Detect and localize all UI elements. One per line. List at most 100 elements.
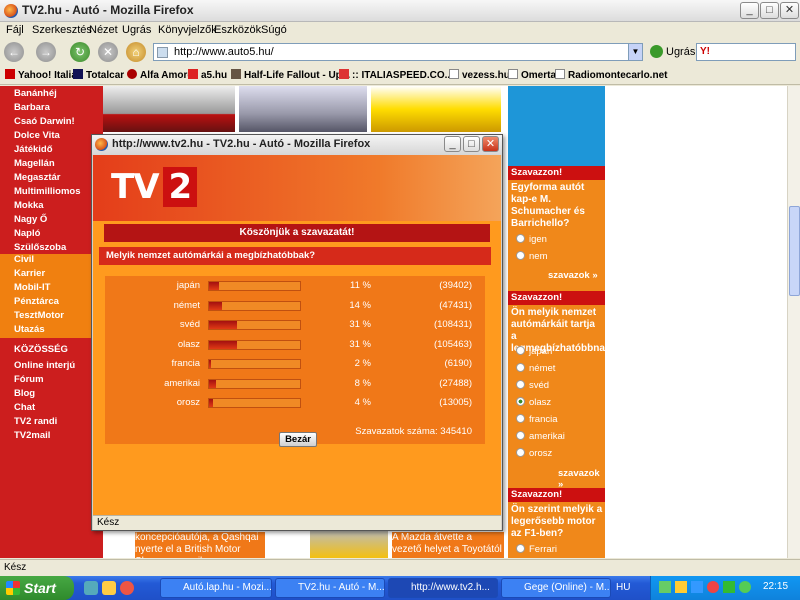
vote-link[interactable]: szavazok » — [548, 270, 598, 281]
reload-icon[interactable]: ↻ — [70, 42, 90, 62]
menu-file[interactable]: Fájl — [6, 24, 24, 36]
forward-icon[interactable]: → — [36, 42, 56, 62]
menu-bookmarks[interactable]: Könyvjelzők — [158, 24, 217, 36]
car-image-red[interactable] — [103, 86, 235, 132]
radio-icon[interactable] — [516, 251, 525, 260]
radio-icon[interactable] — [516, 234, 525, 243]
bookmark-half-life[interactable]: Half-Life Fallout - Up... — [231, 69, 350, 81]
nav-link[interactable]: Fórum — [14, 374, 44, 385]
minimize-button[interactable]: _ — [740, 2, 759, 19]
tray-icon[interactable] — [707, 581, 719, 593]
language-indicator[interactable]: HU — [616, 582, 630, 593]
bookmark-a5[interactable]: a5.hu — [188, 69, 227, 81]
poll-option[interactable]: német — [516, 363, 555, 374]
radio-icon[interactable] — [516, 363, 525, 372]
nav-link[interactable]: Mokka — [14, 200, 44, 211]
nav-link-civil[interactable]: Civil — [0, 254, 103, 268]
bookmark-italiaspeed[interactable]: :: ITALIASPEED.CO... — [339, 69, 453, 81]
stop-icon[interactable]: ✕ — [98, 42, 118, 62]
news-thumbnail[interactable] — [310, 530, 388, 558]
taskbar-item[interactable]: Gege (Online) - M... — [501, 578, 611, 598]
nav-link[interactable]: Blog — [14, 388, 35, 399]
popup-minimize-button[interactable]: _ — [444, 136, 461, 152]
nav-link[interactable]: Multimilliomos — [14, 186, 81, 197]
go-icon[interactable] — [650, 45, 663, 58]
nav-link[interactable]: Chat — [14, 402, 35, 413]
radio-icon[interactable] — [516, 346, 525, 355]
scrollbar-thumb[interactable] — [789, 206, 800, 296]
close-button[interactable]: Bezár — [279, 432, 317, 447]
search-input[interactable]: Y! — [696, 43, 796, 61]
go-button[interactable]: Ugrás — [666, 46, 695, 58]
poll-option[interactable]: nem — [516, 251, 547, 262]
poll-option[interactable]: amerikai — [516, 431, 565, 442]
poll-option[interactable]: igen — [516, 234, 547, 245]
car-image-yellow[interactable] — [371, 86, 501, 132]
close-button[interactable]: ✕ — [780, 2, 799, 19]
bookmark-yahoo-italia[interactable]: Yahoo! Italia — [5, 69, 77, 81]
nav-link[interactable]: Banánhéj — [14, 88, 57, 99]
banner-image[interactable] — [508, 86, 605, 166]
nav-link-tesztmotor[interactable]: TesztMotor — [0, 310, 103, 324]
popup-maximize-button[interactable]: □ — [463, 136, 480, 152]
bookmark-alfa-amore[interactable]: Alfa Amore — [127, 69, 193, 81]
popup-titlebar[interactable]: http://www.tv2.hu - TV2.hu - Autó - Mozi… — [92, 135, 502, 155]
nav-link[interactable]: Barbara — [14, 102, 50, 113]
poll-option[interactable]: olasz — [516, 397, 551, 408]
tray-icon[interactable] — [675, 581, 687, 593]
bookmark-vezess[interactable]: vezess.hu — [449, 69, 510, 81]
radio-icon[interactable] — [516, 380, 525, 389]
nav-link[interactable]: Játékidő — [14, 144, 53, 155]
news-snippet-text[interactable]: A Mazda átvette a vezető helyet a Toyotá… — [392, 532, 504, 558]
poll-option[interactable]: orosz — [516, 448, 552, 459]
maximize-button[interactable]: □ — [760, 2, 779, 19]
nav-link[interactable]: Online interjú — [14, 360, 75, 371]
taskbar-item-active[interactable]: http://www.tv2.h... — [388, 578, 498, 598]
bookmark-totalcar[interactable]: Totalcar — [73, 69, 124, 81]
taskbar-item[interactable]: TV2.hu - Autó - M... — [275, 578, 385, 598]
quicklaunch-icon[interactable] — [102, 581, 116, 595]
nav-link[interactable]: Dolce Vita — [14, 130, 60, 141]
menu-edit[interactable]: Szerkesztés — [32, 24, 92, 36]
nav-link-utazas[interactable]: Utazás — [0, 324, 103, 338]
radio-icon[interactable] — [516, 544, 525, 553]
poll-option[interactable]: japán — [516, 346, 552, 357]
nav-link[interactable]: TV2mail — [14, 430, 50, 441]
taskbar-item[interactable]: Autó.lap.hu - Mozi... — [160, 578, 272, 598]
vertical-scrollbar[interactable] — [787, 86, 800, 558]
nav-link[interactable]: Magellán — [14, 158, 55, 169]
tray-icon[interactable] — [723, 581, 735, 593]
bookmark-radiomontecarlo[interactable]: Radiomontecarlo.net — [555, 69, 667, 81]
quicklaunch-firefox-icon[interactable] — [120, 581, 134, 595]
nav-link[interactable]: Nagy Ő — [14, 214, 47, 225]
radio-icon[interactable] — [516, 414, 525, 423]
start-button[interactable]: Start — [0, 576, 74, 600]
tray-icon[interactable] — [691, 581, 703, 593]
nav-link-karrier[interactable]: Karrier — [0, 268, 103, 282]
nav-link[interactable]: Csaó Darwin! — [14, 116, 75, 127]
bookmark-omerta[interactable]: Omerta — [508, 69, 556, 81]
radio-icon[interactable] — [516, 431, 525, 440]
back-icon[interactable]: ← — [4, 42, 24, 62]
car-image-silver[interactable] — [239, 86, 367, 132]
menu-help[interactable]: Súgó — [261, 24, 287, 36]
poll-option[interactable]: Ferrari — [516, 544, 557, 555]
tray-icon[interactable] — [739, 581, 751, 593]
menu-tools[interactable]: Eszközök — [214, 24, 261, 36]
quicklaunch-icon[interactable] — [84, 581, 98, 595]
menu-go[interactable]: Ugrás — [122, 24, 151, 36]
nav-link[interactable]: Szülőszoba — [14, 242, 66, 253]
poll-option[interactable]: svéd — [516, 380, 549, 391]
menu-view[interactable]: Nézet — [89, 24, 118, 36]
nav-link[interactable]: Napló — [14, 228, 40, 239]
news-snippet-text[interactable]: koncepcióautója, a Qashqai nyerte el a B… — [135, 532, 265, 558]
nav-link-penztarca[interactable]: Pénztárca — [0, 296, 103, 310]
url-bar[interactable]: http://www.auto5.hu/ ▼ — [153, 43, 643, 61]
nav-link-mobil-it[interactable]: Mobil-IT — [0, 282, 103, 296]
nav-link[interactable]: TV2 randi — [14, 416, 57, 427]
home-icon[interactable]: ⌂ — [126, 42, 146, 62]
popup-close-button[interactable]: ✕ — [482, 136, 499, 152]
radio-icon[interactable] — [516, 448, 525, 457]
radio-selected-icon[interactable] — [516, 397, 525, 406]
vote-link[interactable]: szavazok » — [558, 468, 605, 490]
